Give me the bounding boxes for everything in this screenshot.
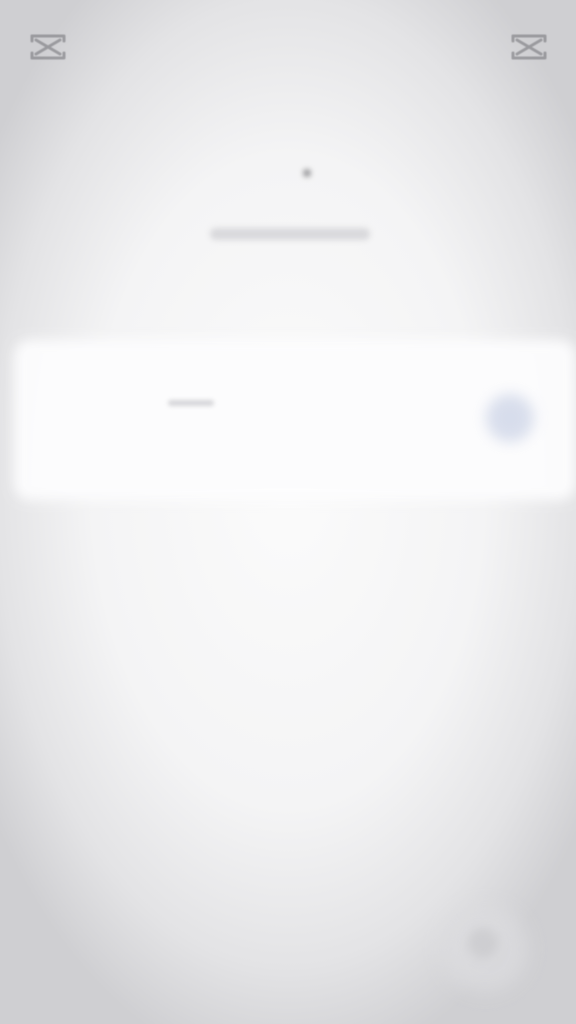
- card-primary-subtext: [168, 400, 214, 406]
- title-dot: [304, 170, 310, 176]
- floating-action-icon: [468, 928, 498, 958]
- capcut-logo-icon: [511, 34, 547, 60]
- page-subtitle: [210, 228, 370, 240]
- page-heading: [150, 150, 440, 270]
- card-secondary-text: [36, 436, 208, 458]
- circle-action-icon[interactable]: [486, 394, 534, 442]
- capcut-logo-icon: [30, 34, 66, 60]
- card-primary-text: [36, 388, 146, 410]
